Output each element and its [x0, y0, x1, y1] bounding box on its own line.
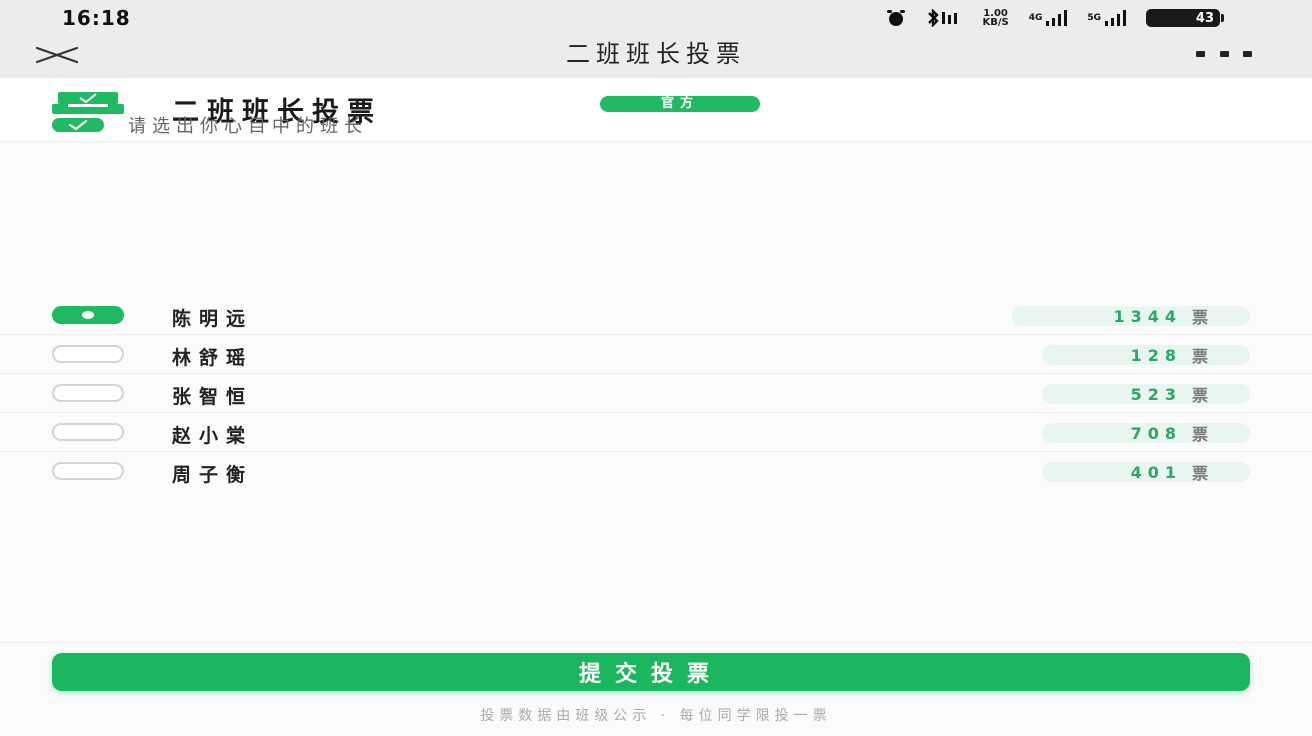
vote-count: 1344 — [1113, 306, 1182, 326]
radio-icon[interactable] — [52, 384, 124, 402]
vote-count: 401 — [1130, 462, 1182, 482]
radio-icon[interactable] — [52, 423, 124, 441]
official-badge: 官方 — [600, 96, 760, 112]
candidate-name: 周子衡 — [172, 464, 254, 486]
vote-count-badge: 401 票 — [1042, 462, 1250, 483]
vote-count-badge: 128 票 — [1042, 345, 1250, 366]
vote-unit: 票 — [1191, 464, 1208, 483]
more-icon — [1196, 51, 1205, 57]
vote-count: 128 — [1130, 345, 1182, 365]
status-icons: 1.00 KB/S 4G 5G 43 — [886, 8, 1224, 28]
signal-5g: 5G — [1087, 10, 1126, 26]
radio-icon[interactable] — [52, 462, 124, 480]
footer-note: 投票数据由班级公示 · 每位同学限投一票 — [480, 708, 832, 724]
alarm-icon — [886, 9, 906, 27]
top-bar: 16:18 1.00 KB/S 4G 5G 43 二班班长投票 — [0, 0, 1312, 78]
candidate-name: 陈明远 — [172, 308, 254, 330]
vote-subtitle: 请选出你心目中的班长 — [128, 116, 368, 137]
vote-count-badge: 523 票 — [1042, 384, 1250, 405]
candidate-row[interactable]: 陈明远 1344 票 — [0, 296, 1312, 335]
signal-4g: 4G — [1029, 10, 1068, 26]
candidate-name: 张智恒 — [172, 386, 254, 408]
vote-unit: 票 — [1191, 347, 1208, 366]
vote-unit: 票 — [1191, 386, 1208, 405]
status-time: 16:18 — [62, 6, 131, 30]
candidate-name: 赵小棠 — [172, 425, 254, 447]
vote-count-badge: 708 票 — [1042, 423, 1250, 444]
radio-selected-icon[interactable] — [52, 306, 124, 324]
net-speed-unit: KB/S — [982, 17, 1009, 28]
vote-count: 708 — [1130, 423, 1182, 443]
bluetooth-mute-icon — [926, 9, 962, 27]
vote-count: 523 — [1130, 384, 1182, 404]
vote-unit: 票 — [1191, 425, 1208, 444]
candidate-row[interactable]: 张智恒 523 票 — [0, 374, 1312, 413]
vote-header: 二班班长投票 官方 请选出你心目中的班长 — [0, 78, 1312, 142]
candidate-list: 陈明远 1344 票 林舒瑶 128 票 张智恒 523 票 赵小棠 708 票… — [0, 296, 1312, 491]
vote-count-badge: 1344 票 — [1012, 306, 1250, 327]
radio-icon[interactable] — [52, 345, 124, 363]
vote-unit: 票 — [1191, 308, 1208, 327]
footer: 提交投票 投票数据由班级公示 · 每位同学限投一票 — [0, 642, 1312, 736]
signal-bars-icon — [1046, 10, 1068, 26]
battery-icon: 43 — [1146, 9, 1224, 27]
signal-4g-label: 4G — [1028, 13, 1043, 23]
candidate-row[interactable]: 周子衡 401 票 — [0, 452, 1312, 491]
candidate-name: 林舒瑶 — [172, 347, 254, 369]
net-speed: 1.00 KB/S — [982, 9, 1009, 28]
battery-level: 43 — [1195, 10, 1214, 26]
candidate-row[interactable]: 赵小棠 708 票 — [0, 413, 1312, 452]
ballot-box-icon — [52, 92, 124, 114]
vote-page: 16:18 1.00 KB/S 4G 5G 43 二班班长投票 二班班长投票 官… — [0, 0, 1312, 736]
signal-bars-icon — [1105, 10, 1126, 26]
submit-vote-button[interactable]: 提交投票 — [52, 653, 1250, 691]
candidate-row[interactable]: 林舒瑶 128 票 — [0, 335, 1312, 374]
nav-title: 二班班长投票 — [566, 40, 746, 68]
more-button[interactable] — [1196, 44, 1252, 64]
signal-5g-label: 5G — [1087, 13, 1101, 23]
check-circle-icon — [52, 118, 104, 132]
